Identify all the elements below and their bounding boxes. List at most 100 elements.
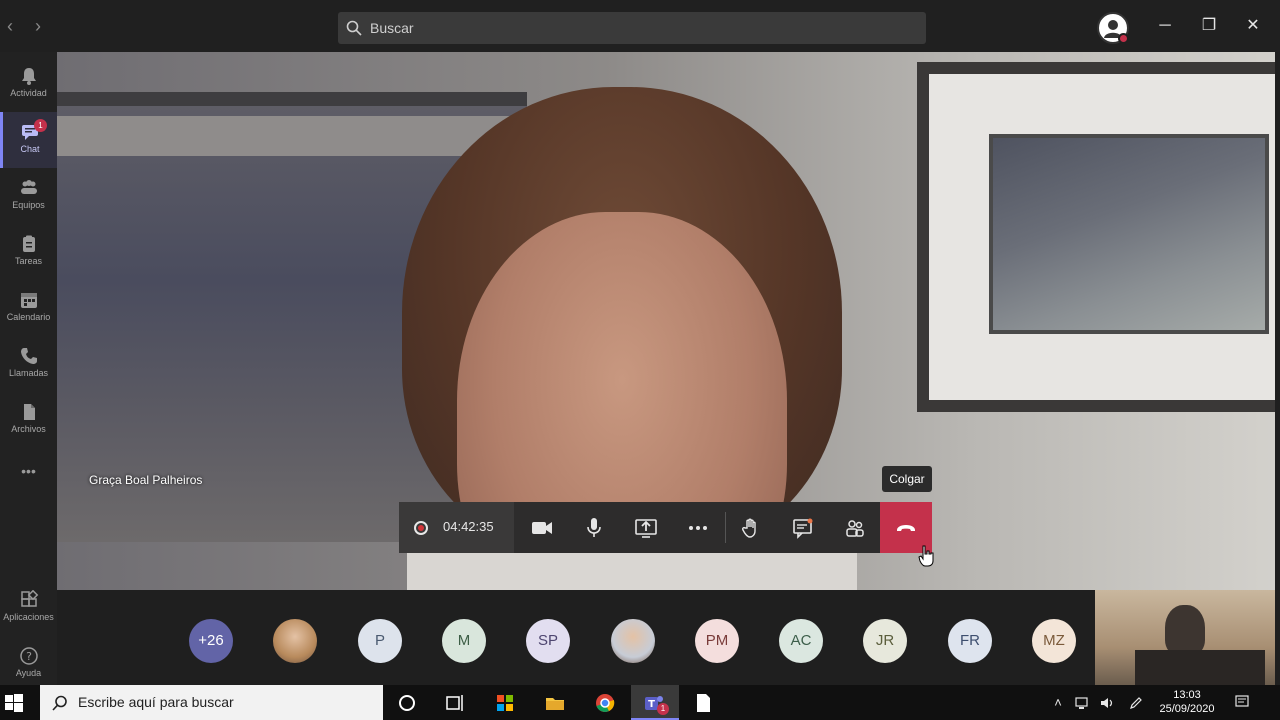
call-timer: 04:42:35	[443, 519, 494, 534]
rail-item-ayuda[interactable]: ? Ayuda	[0, 636, 57, 692]
participant-initials: AC	[790, 632, 812, 649]
video-camera-icon	[532, 521, 552, 534]
phone-icon	[20, 348, 37, 364]
windows-start-icon[interactable]	[4, 693, 24, 713]
task-view-icon[interactable]	[444, 692, 466, 714]
participant-avatar[interactable]: AC	[779, 619, 823, 663]
microphone-button[interactable]	[568, 502, 620, 553]
chat-badge: 1	[34, 119, 47, 132]
participant-initials: JR	[875, 632, 895, 649]
participants-icon	[846, 519, 864, 537]
rail-item-chat[interactable]: 1 Chat	[0, 112, 57, 168]
taskbar-clock[interactable]: 13:03 25/09/2020	[1154, 688, 1220, 716]
more-icon	[689, 525, 707, 530]
search-icon	[52, 695, 67, 711]
self-video-preview[interactable]	[1095, 590, 1275, 685]
self-person	[1165, 605, 1205, 655]
rail-item-aplicaciones[interactable]: Aplicaciones	[0, 580, 57, 636]
notepad-icon[interactable]	[692, 692, 714, 714]
network-icon[interactable]	[1075, 695, 1091, 711]
hangup-tooltip: Colgar	[882, 466, 932, 492]
taskbar-search-placeholder: Escribe aquí para buscar	[78, 694, 234, 710]
participant-avatar[interactable]: +26	[189, 619, 233, 663]
camera-button[interactable]	[516, 502, 568, 553]
participant-avatar[interactable]: JR	[863, 619, 907, 663]
participant-avatar[interactable]: MZ	[1032, 619, 1076, 663]
tasks-icon	[22, 235, 35, 252]
participant-initials: SP	[537, 632, 558, 649]
search-icon	[346, 20, 362, 36]
restore-button[interactable]: ❐	[1197, 14, 1221, 38]
participant-photo-avatar[interactable]	[273, 619, 317, 663]
conversation-icon	[793, 518, 813, 539]
participant-photo-avatar[interactable]	[611, 619, 655, 663]
taskbar-search-input[interactable]: Escribe aquí para buscar	[40, 685, 383, 720]
participant-initials: P	[374, 632, 385, 649]
windows-taskbar: Escribe aquí para buscar T 1 ˄ 13:03 25/…	[0, 685, 1280, 720]
calendar-icon	[20, 293, 37, 308]
raise-hand-icon	[742, 518, 756, 538]
rail-label: Equipos	[12, 200, 45, 210]
more-apps-button[interactable]: •••	[0, 456, 57, 486]
rail-item-llamadas[interactable]: Llamadas	[0, 336, 57, 392]
participant-initials: M	[457, 632, 471, 649]
volume-icon[interactable]	[1099, 695, 1115, 711]
rail-label: Archivos	[11, 424, 46, 434]
minimize-button[interactable]: ─	[1153, 14, 1177, 38]
rail-item-tareas[interactable]: Tareas	[0, 224, 57, 280]
chrome-icon[interactable]	[594, 692, 616, 714]
rail-label: Ayuda	[15, 668, 42, 678]
rail-label: Aplicaciones	[3, 612, 54, 622]
clock-time: 13:03	[1173, 689, 1201, 701]
microphone-icon	[587, 517, 601, 537]
apps-icon	[20, 590, 38, 607]
participant-avatar[interactable]: M	[442, 619, 486, 663]
mouse-cursor	[918, 545, 934, 567]
participant-avatar[interactable]: PM	[695, 619, 739, 663]
notifications-icon[interactable]	[1234, 694, 1250, 710]
profile-avatar[interactable]	[1097, 12, 1129, 44]
file-explorer-icon[interactable]	[544, 692, 566, 714]
teams-taskbar-button[interactable]: T 1	[631, 685, 679, 720]
call-controls-bar: 04:42:35	[399, 502, 932, 553]
close-button[interactable]: ✕	[1241, 14, 1265, 38]
participant-avatar[interactable]: FR	[948, 619, 992, 663]
rail-label: Calendario	[6, 312, 51, 322]
back-button[interactable]: ‹	[0, 16, 20, 36]
speaker-collar	[407, 552, 857, 590]
participant-avatar[interactable]: P	[358, 619, 402, 663]
rail-item-equipos[interactable]: Equipos	[0, 168, 57, 224]
app-rail: Actividad 1 Chat Equipos Tareas Calendar…	[0, 52, 57, 685]
participant-initials: FR	[960, 632, 980, 649]
clock-date: 25/09/2020	[1159, 703, 1215, 715]
share-screen-button[interactable]	[620, 502, 672, 553]
raise-hand-button[interactable]	[725, 502, 777, 553]
wall-painting-right	[917, 62, 1275, 412]
more-actions-button[interactable]	[672, 502, 724, 553]
share-screen-icon	[635, 518, 657, 538]
show-conversation-button[interactable]	[777, 502, 829, 553]
cortana-icon[interactable]	[396, 692, 418, 714]
rail-label: Actividad	[10, 88, 47, 98]
app-store-icon[interactable]	[494, 692, 516, 714]
search-input[interactable]: Buscar	[338, 12, 926, 44]
rail-item-calendario[interactable]: Calendario	[0, 280, 57, 336]
busy-status-dot	[1118, 33, 1129, 44]
participants-button[interactable]	[829, 502, 881, 553]
svg-text:T: T	[648, 699, 655, 710]
teams-icon	[20, 180, 37, 194]
rail-item-actividad[interactable]: Actividad	[0, 56, 57, 112]
participant-initials: +26	[198, 632, 224, 649]
hang-up-icon	[897, 524, 915, 531]
show-hidden-icons-icon[interactable]: ˄	[1050, 695, 1066, 711]
help-icon: ?	[19, 647, 38, 665]
speaker-name-label: Graça Boal Palheiros	[89, 473, 203, 487]
forward-button[interactable]: ›	[28, 16, 48, 36]
recording-indicator: 04:42:35	[399, 502, 514, 553]
self-desk	[1135, 650, 1265, 685]
participant-avatar[interactable]: SP	[526, 619, 570, 663]
rail-label: Tareas	[14, 256, 42, 266]
pen-icon[interactable]	[1128, 695, 1144, 711]
participant-initials: MZ	[1043, 632, 1065, 649]
rail-item-archivos[interactable]: Archivos	[0, 392, 57, 448]
